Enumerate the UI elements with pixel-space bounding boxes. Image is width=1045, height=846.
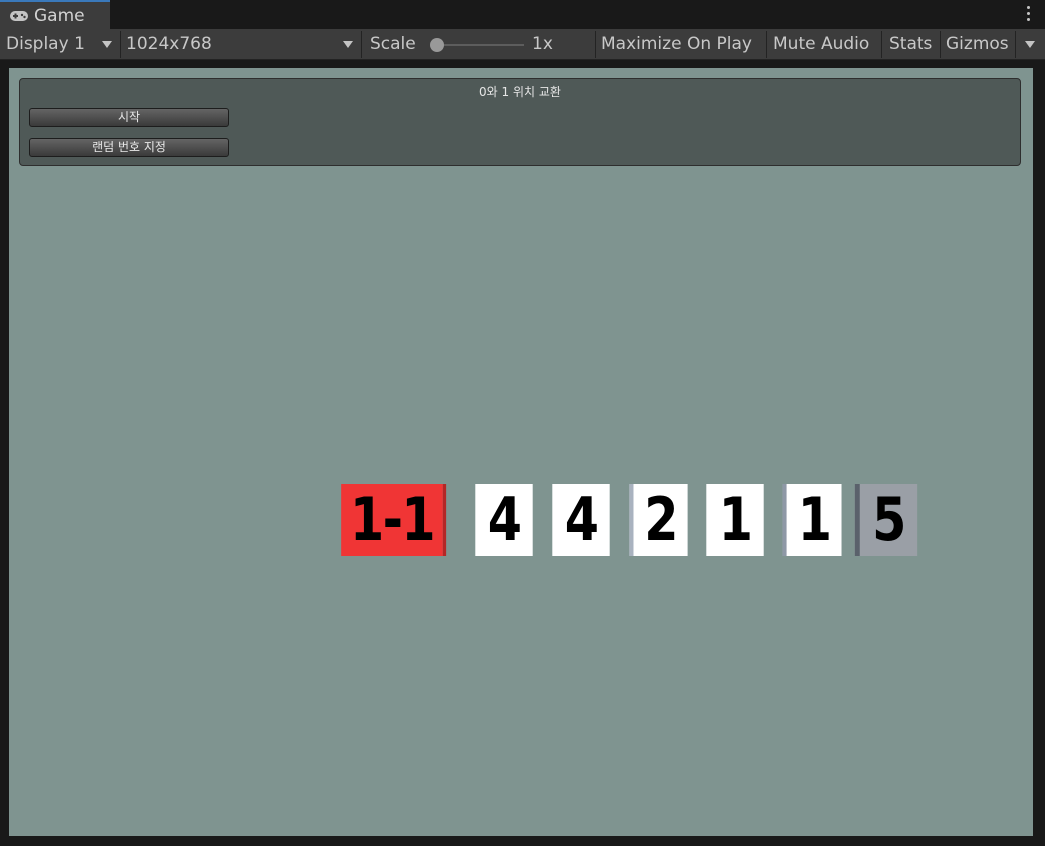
cube-1[interactable]: 1-1 (341, 484, 447, 556)
tab-title: Game (34, 5, 85, 26)
gizmos-label: Gizmos (946, 34, 1009, 54)
cube-label: 1-1 (350, 485, 436, 555)
chevron-down-icon (343, 41, 353, 48)
chevron-down-icon (1025, 41, 1035, 48)
cube-label: 4 (564, 485, 599, 555)
cube-6[interactable]: 1 (782, 484, 842, 556)
stats-button[interactable]: Stats (882, 29, 940, 59)
chevron-down-icon (102, 41, 112, 48)
scale-label: Scale (370, 29, 430, 59)
start-button[interactable]: 시작 (29, 108, 229, 127)
display-dropdown[interactable]: Display 1 (0, 29, 120, 59)
gui-panel: 0와 1 위치 교환 시작 랜덤 번호 지정 (19, 78, 1021, 166)
stats-label: Stats (889, 34, 933, 54)
cube-3[interactable]: 4 (552, 484, 610, 556)
scale-value: 1x (532, 29, 572, 59)
gizmos-dropdown[interactable] (1016, 29, 1045, 59)
mute-label: Mute Audio (773, 34, 870, 54)
more-options-icon[interactable] (1027, 6, 1031, 21)
game-viewport[interactable]: 0와 1 위치 교환 시작 랜덤 번호 지정 1-1 4 4 2 1 1 5 (9, 68, 1033, 836)
cube-label: 1 (797, 485, 832, 555)
resolution-label: 1024x768 (126, 34, 212, 54)
display-label: Display 1 (6, 34, 85, 54)
cube-label: 5 (872, 485, 906, 555)
cube-label: 1 (718, 485, 753, 555)
cube-5[interactable]: 1 (706, 484, 764, 556)
maximize-label: Maximize On Play (601, 34, 752, 54)
gamepad-icon (9, 10, 29, 22)
editor-tab-bar: Game (0, 0, 1045, 29)
random-number-button[interactable]: 랜덤 번호 지정 (29, 138, 229, 157)
cube-2[interactable]: 4 (475, 484, 533, 556)
resolution-dropdown[interactable]: 1024x768 (121, 29, 361, 59)
cube-4[interactable]: 2 (629, 484, 688, 556)
cube-7[interactable]: 5 (854, 484, 918, 556)
divider (361, 31, 362, 58)
gui-title: 0와 1 위치 교환 (479, 85, 561, 99)
scale-slider-handle[interactable] (430, 38, 444, 52)
cube-label: 2 (644, 485, 678, 555)
maximize-on-play-button[interactable]: Maximize On Play (596, 29, 766, 59)
game-tab[interactable]: Game (0, 0, 110, 29)
cube-label: 4 (487, 485, 522, 555)
game-toolbar: Display 1 1024x768 Scale 1x Maximize On … (0, 29, 1045, 60)
mute-audio-button[interactable]: Mute Audio (767, 29, 881, 59)
scale-value-text: 1x (532, 34, 553, 54)
scale-text: Scale (370, 34, 416, 54)
gizmos-button[interactable]: Gizmos (941, 29, 1015, 59)
cube-side (442, 484, 447, 556)
scale-slider-track[interactable] (432, 44, 524, 46)
